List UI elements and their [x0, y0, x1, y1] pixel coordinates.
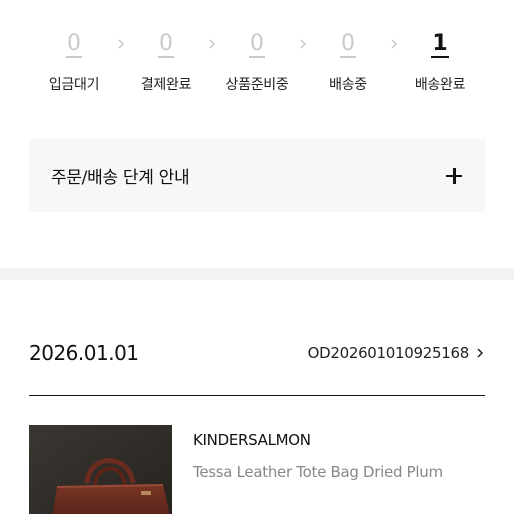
step-shipping[interactable]: 0 배송중: [303, 30, 393, 94]
step-label: 배송완료: [414, 77, 466, 93]
order-divider: [29, 395, 485, 396]
step-count-value: 1: [431, 31, 449, 58]
product-brand[interactable]: KINDERSALMON: [193, 431, 311, 449]
order-number-link[interactable]: OD20260101092516​8: [308, 344, 485, 362]
chevron-right-icon: [477, 348, 484, 358]
step-count-value: 0: [158, 31, 174, 58]
step-count: 0: [212, 30, 302, 58]
section-divider: [0, 268, 514, 280]
order-header: 2026.01.01 OD20260101092516​8: [29, 338, 485, 368]
order-shipping-guide-toggle[interactable]: 주문/배송 단계 안내: [29, 139, 485, 212]
step-label: 입금대기: [48, 77, 100, 93]
step-count: 0: [121, 30, 211, 58]
plus-icon[interactable]: [445, 167, 463, 185]
step-label: 결제완료: [140, 77, 192, 93]
product-name[interactable]: Tessa Leather Tote Bag Dried Plum: [193, 463, 443, 481]
step-label: 배송중: [329, 77, 367, 93]
step-payment-complete[interactable]: 0 결제완료: [121, 30, 211, 94]
tote-bag-image: [29, 425, 172, 514]
product-thumbnail[interactable]: [29, 425, 172, 514]
step-count: 0: [29, 30, 119, 58]
guide-title: 주문/배송 단계 안내: [51, 168, 190, 188]
step-label: 상품준비중: [225, 77, 289, 93]
order-status-steps: 0 입금대기 0 결제완료 0 상품준비중 0 배송중 1 배송완료: [29, 30, 485, 100]
step-count: 0: [303, 30, 393, 58]
step-count: 1: [395, 30, 485, 58]
order-number: OD20260101092516​8: [307, 344, 470, 362]
step-count-value: 0: [249, 31, 265, 58]
step-count-value: 0: [66, 31, 82, 58]
step-awaiting-deposit[interactable]: 0 입금대기: [29, 30, 119, 94]
step-count-value: 0: [340, 31, 356, 58]
step-preparing[interactable]: 0 상품준비중: [212, 30, 302, 94]
order-date: 2026.01.01: [29, 341, 139, 365]
step-delivered[interactable]: 1 배송완료: [395, 30, 485, 94]
